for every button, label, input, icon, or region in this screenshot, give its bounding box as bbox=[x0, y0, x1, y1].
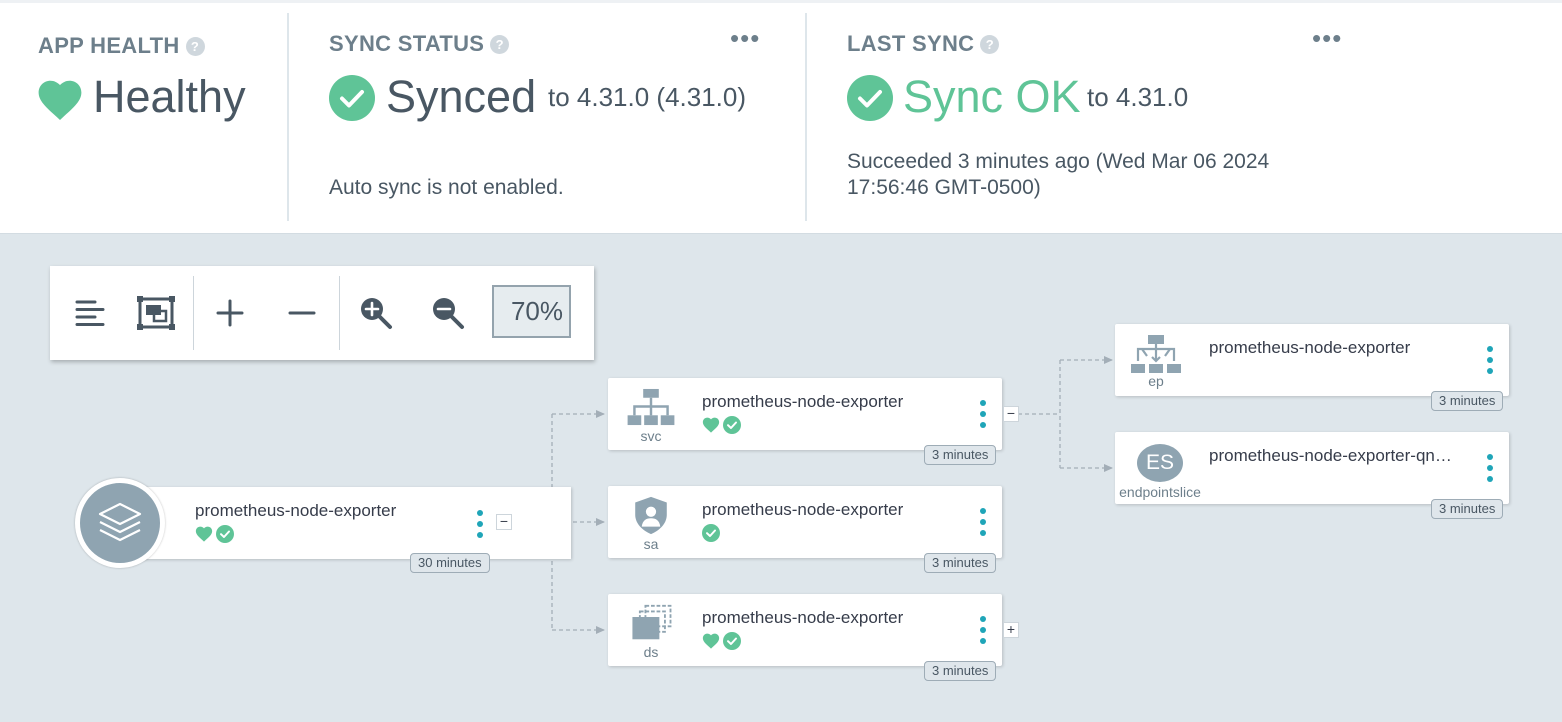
zoom-out-button[interactable] bbox=[423, 288, 473, 338]
check-circle-icon bbox=[723, 632, 741, 650]
heart-icon bbox=[195, 526, 213, 542]
age-badge: 3 minutes bbox=[1431, 499, 1504, 519]
collapse-button[interactable]: − bbox=[496, 514, 512, 530]
expand-button[interactable]: + bbox=[1003, 622, 1019, 638]
resource-node-endpointslice[interactable]: ES endpointslice prometheus-node-exporte… bbox=[1115, 432, 1509, 504]
resource-node-ep[interactable]: ep prometheus-node-exporter bbox=[1115, 324, 1509, 396]
sync-status-target: to 4.31.0 (4.31.0) bbox=[548, 82, 747, 112]
fit-screen-icon bbox=[137, 296, 175, 330]
sync-status-menu-button[interactable]: ••• bbox=[730, 25, 760, 51]
resource-node-sa[interactable]: sa prometheus-node-exporter bbox=[608, 486, 1002, 558]
zoom-in-button[interactable] bbox=[351, 288, 401, 338]
status-panel: APP HEALTH ? Healthy SYNC STATUS ? ••• S… bbox=[0, 0, 1562, 234]
age-badge: 3 minutes bbox=[1431, 391, 1504, 411]
node-name: prometheus-node-exporter bbox=[1209, 338, 1411, 357]
node-status bbox=[702, 524, 720, 542]
node-status bbox=[702, 632, 741, 650]
plus-icon bbox=[216, 299, 244, 327]
heart-icon bbox=[702, 633, 720, 649]
service-icon bbox=[627, 388, 675, 426]
resource-kind: svc bbox=[618, 388, 684, 444]
help-icon[interactable]: ? bbox=[490, 34, 510, 54]
zoom-in-icon bbox=[361, 298, 392, 329]
check-circle-icon bbox=[702, 524, 720, 542]
heart-icon bbox=[702, 417, 720, 433]
node-menu-button[interactable] bbox=[1483, 454, 1497, 482]
last-sync-detail: Succeeded 3 minutes ago (Wed Mar 06 2024… bbox=[847, 150, 1270, 199]
divider bbox=[805, 13, 807, 221]
check-circle-icon bbox=[847, 75, 893, 121]
list-view-icon bbox=[75, 300, 105, 326]
check-circle-icon bbox=[216, 525, 234, 543]
last-sync-title: LAST SYNC ? bbox=[847, 31, 1000, 57]
endpoints-icon bbox=[1131, 335, 1181, 373]
divider bbox=[287, 13, 289, 221]
graph-toolbar: 70% bbox=[50, 266, 594, 360]
node-status bbox=[702, 416, 741, 434]
minus-icon bbox=[288, 311, 316, 315]
app-node-avatar bbox=[75, 478, 165, 568]
age-badge: 3 minutes bbox=[924, 553, 997, 573]
heart-icon bbox=[38, 80, 82, 121]
resource-kind: ep bbox=[1123, 334, 1189, 390]
node-menu-button[interactable] bbox=[976, 508, 990, 536]
last-sync-target: to 4.31.0 bbox=[1087, 82, 1189, 112]
last-sync-value: Sync OK bbox=[903, 71, 1081, 122]
node-name: prometheus-node-exporter bbox=[702, 392, 904, 411]
node-name: prometheus-node-exporter bbox=[702, 500, 904, 519]
app-health-title: APP HEALTH ? bbox=[38, 33, 205, 59]
check-circle-icon bbox=[329, 75, 375, 121]
app-health-status: Healthy bbox=[93, 71, 246, 122]
help-icon[interactable]: ? bbox=[185, 36, 205, 56]
age-badge: 3 minutes bbox=[924, 661, 997, 681]
last-sync-menu-button[interactable]: ••• bbox=[1312, 25, 1342, 51]
node-name: prometheus-node-exporter-qn… bbox=[1209, 446, 1452, 465]
auto-sync-note: Auto sync is not enabled. bbox=[329, 176, 564, 199]
expand-all-button[interactable] bbox=[205, 288, 255, 338]
resource-node-ds[interactable]: ds prometheus-node-exporter bbox=[608, 594, 1002, 666]
daemonset-icon bbox=[632, 604, 672, 640]
check-circle-icon bbox=[723, 416, 741, 434]
sync-status-title: SYNC STATUS ? bbox=[329, 31, 510, 57]
resource-node-svc[interactable]: svc prometheus-node-exporter bbox=[608, 378, 1002, 450]
help-icon[interactable]: ? bbox=[980, 34, 1000, 54]
node-name: prometheus-node-exporter bbox=[702, 608, 904, 627]
node-name: prometheus-node-exporter bbox=[195, 501, 397, 520]
endpointslice-icon: ES bbox=[1137, 444, 1183, 482]
node-menu-button[interactable] bbox=[1483, 346, 1497, 374]
age-badge: 3 minutes bbox=[924, 445, 997, 465]
list-view-button[interactable] bbox=[65, 288, 115, 338]
collapse-all-button[interactable] bbox=[277, 288, 327, 338]
zoom-level-input[interactable]: 70% bbox=[492, 285, 571, 338]
node-menu-button[interactable] bbox=[976, 616, 990, 644]
toolbar-divider bbox=[339, 276, 340, 350]
service-account-icon bbox=[635, 496, 667, 535]
zoom-out-icon bbox=[433, 298, 464, 329]
fit-screen-button[interactable] bbox=[131, 288, 181, 338]
toolbar-divider bbox=[193, 276, 194, 350]
resource-kind: ds bbox=[618, 604, 684, 660]
resource-kind: ES endpointslice bbox=[1115, 444, 1205, 500]
sync-status-value: Synced bbox=[386, 71, 537, 122]
age-badge: 30 minutes bbox=[410, 553, 490, 573]
resource-kind: sa bbox=[618, 496, 684, 552]
node-status bbox=[195, 525, 234, 543]
node-menu-button[interactable] bbox=[976, 400, 990, 428]
collapse-button[interactable]: − bbox=[1003, 406, 1019, 422]
layers-icon bbox=[98, 502, 142, 542]
node-menu-button[interactable] bbox=[473, 510, 487, 538]
